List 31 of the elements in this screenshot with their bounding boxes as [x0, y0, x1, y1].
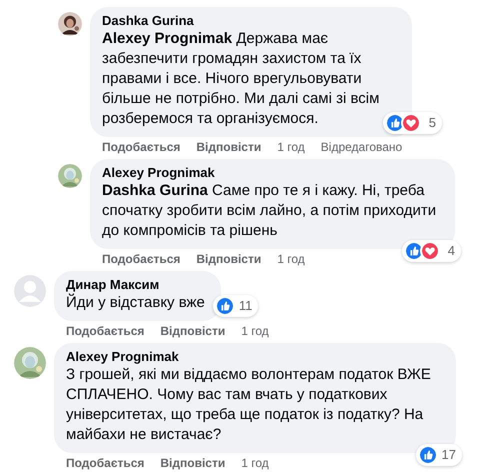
like-link[interactable]: Подобається [66, 324, 144, 338]
heart-icon [400, 113, 421, 133]
like-icon [418, 445, 438, 465]
reaction-count-badge[interactable]: 4 [402, 240, 461, 262]
comment-text: Йди у відставку вже [66, 293, 206, 313]
reply-link[interactable]: Відповісти [160, 324, 226, 338]
author-name[interactable]: Alexey Prognimak [102, 165, 443, 181]
like-icon [214, 296, 235, 316]
like-icon [384, 113, 405, 133]
timestamp[interactable]: 1 год [241, 456, 269, 470]
like-link[interactable]: Подобається [102, 252, 180, 266]
reaction-count-badge[interactable]: 11 [212, 295, 258, 317]
like-icon [404, 241, 424, 261]
reply-link[interactable]: Відповісти [160, 456, 226, 470]
reply-link[interactable]: Відповісти [196, 252, 262, 266]
author-name[interactable]: Alexey Prognimak [66, 349, 444, 365]
like-link[interactable]: Подобається [102, 140, 180, 154]
comment-text: Alexey Prognimak Держава має забезпечити громадян захистом та їх правами і все. Нічого врегульовувати більше не потрібно. Ми далі самі зі всім розберемося та організуємося. [102, 29, 380, 129]
heart-icon [420, 241, 440, 261]
author-name[interactable]: Динар Максим [66, 277, 209, 293]
comment-text: З грошей, які ми віддаємо волонтерам податок ВЖЕ СПЛАЧЕНО. Чому вас там вчать у податкових університетах, що треба ще податок із податку? На майбахи не вистачає? [66, 365, 432, 445]
reaction-count-badge[interactable]: 5 [382, 112, 442, 134]
timestamp[interactable]: 1 год [241, 324, 269, 338]
timestamp[interactable]: 1 год [277, 252, 305, 266]
reply-link[interactable]: Відповісти [196, 140, 262, 154]
timestamp[interactable]: 1 год [277, 140, 305, 154]
comment-text: Dashka Gurina Саме про те я і кажу. Ні, треба спочатку зробити всім лайно, а потім приходити до компромісів та рішень [102, 181, 438, 241]
reaction-count-badge[interactable]: 17 [416, 444, 462, 466]
like-link[interactable]: Подобається [66, 456, 144, 470]
edited-label: Відредаговано [320, 140, 402, 154]
author-name[interactable]: Dashka Gurina [102, 13, 400, 29]
